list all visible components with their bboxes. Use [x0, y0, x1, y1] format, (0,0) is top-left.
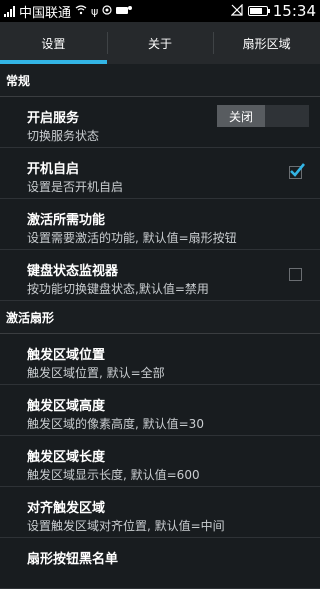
setting-blacklist[interactable]: 扇形按钮黑名单 [0, 538, 320, 589]
usb-icon: ψ [91, 4, 99, 18]
status-bar: 中国联通 ψ 15:34 [0, 0, 320, 22]
status-bar-right: 15:34 [230, 2, 316, 20]
autostart-checkbox[interactable] [289, 163, 306, 179]
setting-title: 开机自启 [27, 162, 80, 177]
signal-icon [4, 5, 15, 17]
setting-title: 激活所需功能 [27, 213, 106, 228]
setting-subtitle: 触发区域的像素高度, 默认值=30 [27, 417, 204, 431]
setting-subtitle: 触发区域位置, 默认=全部 [27, 366, 165, 380]
setting-subtitle: 设置需要激活的功能, 默认值=扇形按钮 [27, 231, 237, 245]
setting-title: 触发区域位置 [27, 348, 106, 363]
setting-subtitle: 按功能切换键盘状态,默认值=禁用 [27, 282, 209, 296]
check-icon [290, 163, 306, 177]
tab-fan-area[interactable]: 扇形区域 [213, 22, 320, 64]
service-toggle[interactable]: 关闭 [217, 105, 309, 127]
clock: 15:34 [272, 2, 316, 20]
setting-service[interactable]: 开启服务 切换服务状态 关闭 [0, 97, 320, 148]
section-header-general: 常规 [0, 64, 320, 97]
setting-title: 触发区域高度 [27, 399, 106, 414]
setting-title: 扇形按钮黑名单 [27, 552, 119, 567]
carrier-label: 中国联通 [19, 5, 72, 21]
status-bar-left: 中国联通 ψ [4, 2, 231, 21]
keyboard-monitor-checkbox[interactable] [289, 268, 302, 281]
setting-title: 开启服务 [27, 111, 80, 126]
setting-trigger-height[interactable]: 触发区域高度 触发区域的像素高度, 默认值=30 [0, 385, 320, 436]
setting-subtitle: 设置是否开机自启 [27, 180, 124, 194]
settings-list: 常规 开启服务 切换服务状态 关闭 开机自启 设置是否开机自启 激活所需功能 设… [0, 64, 320, 589]
setting-autostart[interactable]: 开机自启 设置是否开机自启 [0, 148, 320, 199]
notification-icon [102, 5, 112, 17]
setting-title: 触发区域长度 [27, 450, 106, 465]
tab-about[interactable]: 关于 [106, 22, 214, 64]
section-header-activate: 激活扇形 [0, 301, 320, 334]
setting-title: 键盘状态监视器 [27, 264, 119, 279]
tab-bar: 设置 关于 扇形区域 [0, 22, 320, 64]
wifi-icon [75, 5, 87, 17]
setting-activate-features[interactable]: 激活所需功能 设置需要激活的功能, 默认值=扇形按钮 [0, 199, 320, 250]
setting-subtitle: 触发区域显示长度, 默认值=600 [27, 468, 200, 482]
toggle-label: 关闭 [217, 105, 265, 127]
setting-title: 对齐触发区域 [27, 501, 106, 516]
setting-subtitle: 设置触发区域对齐位置, 默认值=中间 [27, 519, 225, 533]
battery-fill [249, 8, 262, 14]
setting-trigger-position[interactable]: 触发区域位置 触发区域位置, 默认=全部 [0, 334, 320, 385]
tab-settings[interactable]: 设置 [0, 22, 107, 64]
setting-align-trigger[interactable]: 对齐触发区域 设置触发区域对齐位置, 默认值=中间 [0, 487, 320, 538]
battery-icon [247, 6, 270, 16]
setting-trigger-length[interactable]: 触发区域长度 触发区域显示长度, 默认值=600 [0, 436, 320, 487]
app-icon [116, 5, 133, 17]
no-signal-icon [230, 3, 243, 18]
setting-keyboard-monitor[interactable]: 键盘状态监视器 按功能切换键盘状态,默认值=禁用 [0, 250, 320, 301]
setting-subtitle: 切换服务状态 [27, 129, 100, 143]
